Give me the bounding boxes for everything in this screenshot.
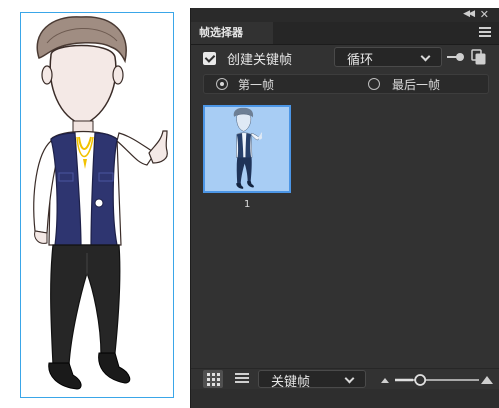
last-frame-label: 最后一帧 — [392, 78, 441, 92]
mountain-large-icon — [481, 376, 493, 384]
keyframe-options-row: 创建关键帧 循环 — [191, 46, 499, 72]
loop-mode-select[interactable]: 循环 — [334, 47, 442, 68]
frame-number-label: 1 — [244, 199, 251, 210]
panel-footer — [191, 389, 499, 408]
panel-tab-bar: 帧选择器 — [191, 22, 499, 45]
loop-mode-value: 循环 — [347, 53, 374, 68]
create-keyframe-checkbox[interactable] — [203, 52, 216, 65]
display-mode-select[interactable]: 关键帧 — [258, 370, 366, 390]
keyframe-dot-icon[interactable] — [447, 52, 465, 62]
chevron-down-icon — [420, 51, 431, 62]
chevron-down-icon — [344, 373, 355, 384]
last-frame-radio[interactable] — [368, 78, 380, 90]
frame-thumbnail[interactable] — [203, 105, 291, 193]
frame-position-group: 第一帧 最后一帧 — [203, 74, 489, 94]
frame-thumbnail-image — [233, 107, 263, 189]
grid-view-icon[interactable] — [203, 370, 223, 388]
double-chevron-right-icon[interactable]: ◀◀ — [463, 9, 475, 19]
first-frame-radio[interactable] — [216, 78, 228, 90]
bottom-toolbar: 关键帧 — [191, 368, 499, 390]
close-icon[interactable]: ✕ — [480, 8, 489, 21]
artwork-canvas — [20, 12, 174, 398]
frame-thumbnail-grid: 1 — [191, 102, 499, 364]
panel-title-bar: ◀◀ ✕ — [191, 8, 499, 22]
first-frame-label: 第一帧 — [238, 78, 275, 92]
character-illustration — [33, 16, 168, 390]
zoom-slider-thumb — [414, 374, 427, 386]
hamburger-menu-icon[interactable] — [479, 27, 491, 37]
tab-frame-selector[interactable]: 帧选择器 — [191, 22, 273, 44]
list-view-icon[interactable] — [235, 373, 249, 385]
display-mode-value: 关键帧 — [271, 375, 311, 390]
frame-selector-panel: ◀◀ ✕ 帧选择器 创建关键帧 循环 第一帧 最后一帧 1 关键帧 — [190, 8, 499, 408]
thumbnail-zoom-slider[interactable] — [381, 372, 493, 386]
create-keyframe-label: 创建关键帧 — [227, 53, 293, 68]
copy-frames-icon[interactable] — [471, 49, 487, 65]
mountain-small-icon — [381, 378, 389, 383]
